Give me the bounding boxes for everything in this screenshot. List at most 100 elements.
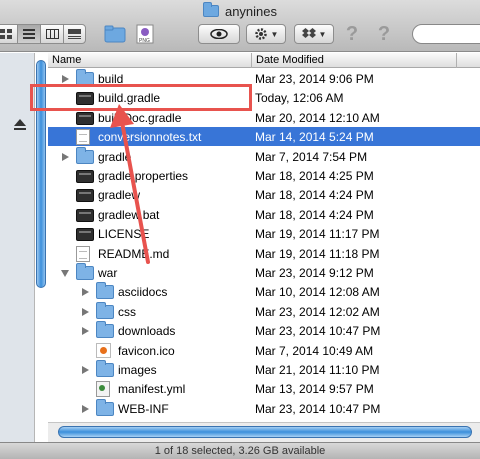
file-name: build	[98, 72, 124, 86]
chevron-down-icon: ▼	[318, 29, 327, 39]
action-menu-button[interactable]: ▼	[246, 24, 286, 44]
dropbox-menu-button[interactable]: ▼	[294, 24, 334, 44]
file-list: Name Date Modified build Mar 23, 2014 9:0…	[48, 53, 480, 418]
toolbar: anynines PNG ▼ ▼ ? ?	[0, 0, 480, 52]
file-date: Mar 23, 2014 9:12 PM	[255, 266, 374, 280]
status-bar: 1 of 18 selected, 3.26 GB available	[0, 442, 480, 459]
file-date: Mar 19, 2014 11:17 PM	[255, 227, 380, 242]
file-date: Mar 18, 2014 4:24 PM	[255, 188, 374, 203]
executable-icon	[76, 111, 94, 125]
folder-icon	[76, 69, 94, 86]
gear-icon	[254, 28, 267, 40]
file-date: Mar 7, 2014 7:54 PM	[255, 149, 368, 164]
file-name: manifest.yml	[118, 382, 186, 397]
name-column-header[interactable]: Name	[52, 54, 81, 66]
file-row[interactable]: buildDoc.gradle Mar 20, 2014 12:10 AM	[48, 108, 480, 127]
search-field[interactable]	[412, 24, 480, 44]
file-row[interactable]: conversionnotes.txt Mar 14, 2014 5:24 PM	[48, 127, 480, 147]
file-name: README.md	[98, 246, 170, 261]
dropbox-icon	[301, 28, 316, 38]
help-icon[interactable]: ?	[342, 23, 362, 45]
folder-icon	[76, 263, 94, 280]
file-name: buildDoc.gradle	[98, 110, 182, 125]
file-row[interactable]: war Mar 23, 2014 9:12 PM	[48, 263, 480, 282]
file-date: Mar 23, 2014 10:47 PM	[255, 401, 381, 416]
file-row[interactable]: README.md Mar 19, 2014 11:18 PM	[48, 244, 480, 263]
sidebar	[0, 53, 35, 442]
file-date: Mar 23, 2014 10:47 PM	[255, 324, 381, 339]
file-name: gradle.properties	[98, 169, 189, 183]
file-row[interactable]: LICENSE Mar 19, 2014 11:17 PM	[48, 224, 480, 243]
list-view-button[interactable]	[17, 24, 40, 44]
file-name: gradlew.bat	[98, 207, 160, 222]
executable-icon	[76, 208, 94, 222]
column-divider[interactable]	[456, 53, 457, 68]
horizontal-scrollbar-thumb[interactable]	[58, 426, 472, 438]
disclosure-closed-icon[interactable]	[80, 326, 90, 336]
file-name: WEB-INF	[118, 401, 169, 416]
file-row[interactable]: gradlew Mar 18, 2014 4:24 PM	[48, 185, 480, 204]
file-date: Mar 7, 2014 10:49 AM	[255, 343, 374, 358]
file-date: Mar 21, 2014 11:10 PM	[255, 363, 380, 377]
file-row[interactable]: asciidocs Mar 10, 2014 12:08 AM	[48, 282, 480, 301]
file-row[interactable]: favicon.ico Mar 7, 2014 10:49 AM	[48, 341, 480, 360]
column-view-button[interactable]	[40, 24, 63, 44]
eye-icon	[210, 29, 228, 39]
yml-file-icon	[96, 381, 110, 398]
folder-shortcut-button[interactable]	[104, 24, 126, 44]
file-date: Mar 20, 2014 12:10 AM	[255, 110, 380, 125]
document-icon	[76, 245, 90, 262]
disclosure-closed-icon[interactable]	[60, 152, 70, 162]
file-row[interactable]: gradle.properties Mar 18, 2014 4:25 PM	[48, 166, 480, 185]
column-view-icon	[45, 29, 59, 39]
file-date: Mar 18, 2014 4:24 PM	[255, 207, 374, 222]
quicklook-button[interactable]	[198, 24, 240, 44]
executable-icon	[76, 228, 94, 242]
file-row[interactable]: build.gradle Today, 12:06 AM	[48, 88, 480, 107]
file-row[interactable]: css Mar 23, 2014 12:02 AM	[48, 301, 480, 321]
status-text: 1 of 18 selected, 3.26 GB available	[154, 445, 326, 457]
icon-view-button[interactable]	[0, 24, 17, 44]
disclosure-closed-icon[interactable]	[80, 404, 90, 414]
file-row[interactable]: downloads Mar 23, 2014 10:47 PM	[48, 321, 480, 340]
folder-icon	[76, 146, 94, 164]
view-switcher	[0, 24, 86, 44]
folder-icon	[96, 360, 114, 377]
file-row[interactable]: gradlew.bat Mar 18, 2014 4:24 PM	[48, 205, 480, 224]
disclosure-closed-icon[interactable]	[80, 307, 90, 317]
file-row[interactable]: images Mar 21, 2014 11:10 PM	[48, 360, 480, 379]
file-date: Mar 18, 2014 4:25 PM	[255, 169, 374, 183]
file-date: Today, 12:06 AM	[255, 91, 344, 106]
eject-icon[interactable]	[14, 119, 26, 131]
file-name: conversionnotes.txt	[98, 130, 202, 145]
coverflow-view-button[interactable]	[63, 24, 86, 44]
png-preview-button[interactable]: PNG	[134, 24, 156, 44]
dropbox-group: ▼	[294, 24, 334, 44]
action-group: ▼	[246, 24, 286, 44]
file-name: css	[118, 304, 136, 319]
disclosure-closed-icon[interactable]	[60, 74, 70, 84]
disclosure-open-icon[interactable]	[60, 268, 70, 278]
file-row[interactable]: manifest.yml Mar 13, 2014 9:57 PM	[48, 379, 480, 398]
disclosure-closed-icon[interactable]	[80, 287, 90, 297]
help-icon[interactable]: ?	[374, 23, 394, 45]
file-row[interactable]: WEB-INF Mar 23, 2014 10:47 PM	[48, 398, 480, 418]
file-name: favicon.ico	[118, 343, 175, 358]
file-row[interactable]: gradle Mar 7, 2014 7:54 PM	[48, 146, 480, 166]
window-title-bar: anynines	[0, 2, 480, 20]
folder-icon	[202, 2, 219, 17]
date-column-header[interactable]: Date Modified	[256, 54, 324, 66]
file-name: gradle	[98, 149, 132, 164]
disclosure-closed-icon[interactable]	[80, 365, 90, 375]
file-name: downloads	[118, 324, 176, 339]
file-name: gradlew	[98, 188, 141, 203]
file-name: images	[118, 363, 157, 377]
list-header: Name Date Modified	[48, 53, 480, 68]
vertical-scrollbar-thumb[interactable]	[36, 60, 46, 288]
window-title: anynines	[224, 3, 278, 19]
file-name: LICENSE	[98, 227, 150, 242]
file-name: asciidocs	[118, 285, 168, 300]
file-name: build.gradle	[98, 91, 161, 106]
column-divider[interactable]	[251, 53, 252, 68]
file-row[interactable]: build Mar 23, 2014 9:06 PM	[48, 69, 480, 88]
